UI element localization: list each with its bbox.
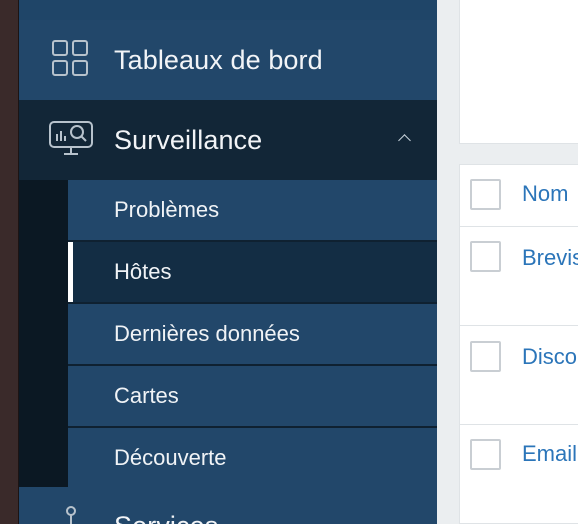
- row-checkbox[interactable]: [470, 241, 501, 272]
- host-name-link[interactable]: Brevis: [522, 245, 578, 271]
- monitor-search-icon: [49, 121, 93, 155]
- submenu-item-hosts[interactable]: Hôtes: [68, 242, 437, 302]
- menu-item-dashboards-label: Tableaux de bord: [114, 44, 323, 75]
- chevron-up-icon[interactable]: [398, 134, 411, 147]
- submenu-item-label: Cartes: [114, 383, 179, 408]
- menu-item-services[interactable]: Services: [19, 487, 437, 524]
- table-row: Brevis: [460, 227, 578, 324]
- submenu-item-label: Problèmes: [114, 197, 220, 222]
- menu-item-monitoring[interactable]: Surveillance: [19, 100, 437, 180]
- menu-item-services-label: Services: [114, 511, 218, 524]
- submenu-item-discovery[interactable]: Découverte: [68, 428, 437, 488]
- dashboard-grid-icon: [50, 40, 90, 80]
- table-row: Email: [460, 425, 578, 523]
- window-edge: [0, 0, 19, 524]
- submenu-item-maps[interactable]: Cartes: [68, 366, 437, 426]
- menu-item-monitoring-label: Surveillance: [114, 124, 263, 155]
- host-name-link[interactable]: Disco: [522, 344, 577, 370]
- services-icon: [66, 506, 76, 524]
- menu-item-dashboards[interactable]: Tableaux de bord: [19, 20, 437, 100]
- submenu-item-latest-data[interactable]: Dernières données: [68, 304, 437, 364]
- select-all-checkbox[interactable]: [470, 179, 501, 210]
- table-header: Nom: [460, 165, 578, 226]
- submenu-indent: [19, 180, 68, 487]
- table-row: Disco: [460, 326, 578, 424]
- filter-panel: [459, 0, 578, 144]
- active-indicator: [68, 242, 73, 302]
- row-checkbox[interactable]: [470, 341, 501, 372]
- hosts-table: Nom Brevis Disco Email: [459, 164, 578, 524]
- host-name-link[interactable]: Email: [522, 441, 577, 467]
- submenu-item-label: Dernières données: [114, 321, 300, 346]
- row-checkbox[interactable]: [470, 439, 501, 470]
- main-content: Nom Brevis Disco Email: [437, 0, 578, 524]
- submenu-item-problems[interactable]: Problèmes: [68, 180, 437, 240]
- submenu-item-label: Découverte: [114, 445, 227, 470]
- sidebar: Tableaux de bord Surveillance Problèmes …: [19, 0, 437, 524]
- submenu-item-label: Hôtes: [114, 259, 172, 284]
- column-header-name[interactable]: Nom: [522, 181, 568, 207]
